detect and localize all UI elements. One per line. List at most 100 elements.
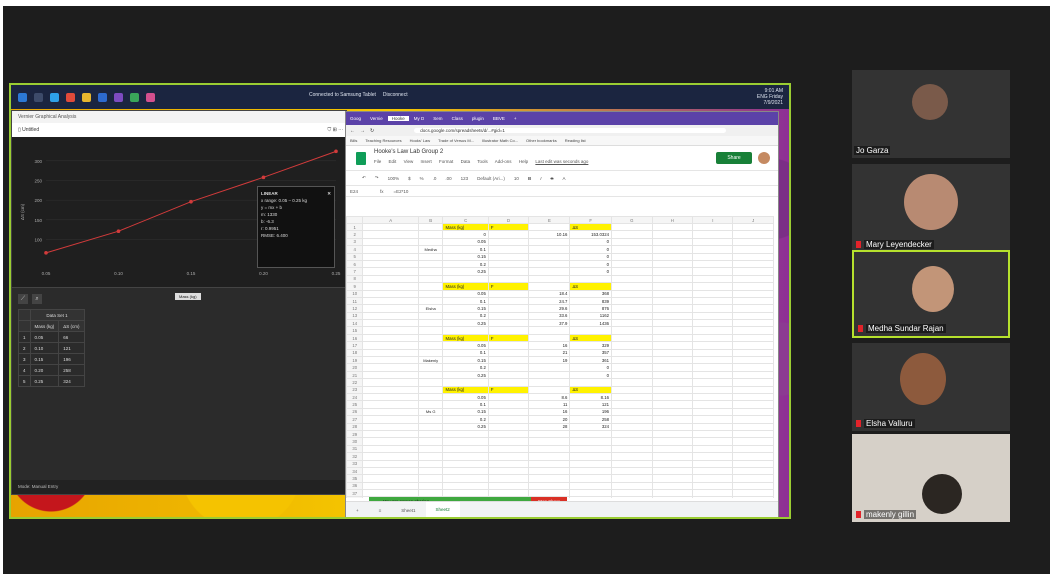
sheet-cell[interactable] — [692, 252, 734, 261]
sheet-cell[interactable] — [732, 415, 774, 424]
row-number[interactable]: 16 — [346, 333, 364, 343]
graph-tool-icon[interactable]: ⟋ — [18, 294, 28, 304]
sheet-cell[interactable]: 876 — [569, 304, 613, 313]
sheet-cell[interactable] — [442, 452, 489, 461]
sheet-row[interactable]: 33 — [346, 459, 774, 468]
sheet-cell[interactable] — [362, 474, 419, 483]
sheet-cell[interactable]: ΔS — [569, 222, 613, 232]
browser-tab[interactable]: Class — [448, 116, 467, 121]
sheet-cell[interactable] — [487, 474, 530, 483]
sheet-cell[interactable] — [611, 356, 653, 365]
sheet-cell[interactable] — [362, 422, 419, 431]
row-number[interactable]: 14 — [346, 319, 364, 328]
sheet-cell[interactable] — [417, 429, 444, 439]
sheet-cell[interactable] — [651, 230, 694, 239]
dataset-title[interactable]: Data Set 1 — [29, 309, 85, 321]
row-number[interactable]: 28 — [346, 422, 364, 431]
sheet-cell[interactable] — [487, 245, 530, 254]
sheet-cell[interactable] — [528, 326, 571, 335]
sheet-cell[interactable] — [487, 415, 530, 424]
sheet-cell[interactable] — [569, 437, 613, 446]
sheet-cell[interactable] — [442, 459, 489, 468]
name-box[interactable]: E24 — [350, 189, 358, 194]
strikethrough-button[interactable]: S — [550, 176, 553, 181]
sheet-cell[interactable]: 0.05 — [442, 392, 489, 402]
graph-area[interactable]: 300 250 200 150 100 0.05 0.10 0.15 0.20 0.25 ΔS (c… — [12, 137, 348, 287]
sheet-cell[interactable] — [651, 252, 694, 261]
bookmark[interactable]: Reading list — [565, 138, 586, 143]
shield-icon[interactable]: ⛉ — [327, 127, 331, 133]
sheet-cell[interactable] — [417, 400, 444, 409]
sheet-cell[interactable] — [651, 274, 694, 284]
participant-tile[interactable]: Elsha Valluru — [852, 343, 1010, 431]
sheet-cell[interactable]: Mass (kg) — [442, 282, 489, 291]
sheet-cell[interactable] — [528, 459, 571, 468]
sheet-cell[interactable] — [442, 444, 489, 454]
sheet-cell[interactable] — [528, 333, 571, 343]
sheet-cell[interactable] — [732, 489, 774, 498]
font-select[interactable]: Default (Ari...) — [477, 176, 505, 181]
more-icon[interactable]: ⋯ — [338, 127, 343, 133]
sheet-cell[interactable]: 0 — [569, 370, 613, 380]
sheet-cell[interactable] — [651, 356, 694, 365]
row-number[interactable]: 22 — [346, 378, 364, 387]
sheet-cell[interactable]: 0.2 — [442, 415, 489, 424]
row-number[interactable]: 6 — [346, 259, 364, 269]
sheet-cell[interactable] — [611, 407, 653, 417]
sheet-cell[interactable] — [362, 466, 419, 476]
sheet-row[interactable]: 14 0.25 37.9 1436 — [346, 319, 774, 328]
sheet-cell[interactable] — [692, 496, 734, 498]
sheet-cell[interactable] — [362, 356, 419, 365]
sheet-cell[interactable] — [611, 252, 653, 261]
sheet-cell[interactable] — [651, 296, 694, 306]
sheet-row[interactable]: 21 0.25 0 — [346, 370, 774, 380]
sheet-cell[interactable]: 196 — [569, 407, 613, 417]
sheet-cell[interactable] — [487, 378, 530, 387]
sheet-cell[interactable] — [692, 311, 734, 321]
sheet-cell[interactable] — [732, 363, 774, 372]
sheet-cell[interactable]: 839 — [569, 296, 613, 306]
sheet-cell[interactable] — [487, 452, 530, 461]
bold-button[interactable]: B — [528, 176, 531, 181]
row-number[interactable]: 30 — [346, 437, 364, 446]
participant-tile-active-speaker[interactable]: Medha Sundar Rajan — [852, 250, 1010, 338]
row-number[interactable]: 29 — [346, 429, 364, 439]
sheet-cell[interactable] — [528, 481, 571, 491]
sheet-cell[interactable] — [569, 489, 613, 498]
sheet-cell[interactable]: F — [487, 333, 530, 343]
sheet-cell[interactable] — [611, 245, 653, 254]
row-number[interactable]: 36 — [346, 481, 364, 491]
sheet-cell[interactable]: 24.7 — [528, 296, 571, 306]
sheet-cell[interactable] — [487, 348, 530, 358]
sheet-cell[interactable] — [611, 422, 653, 431]
sheet-cell[interactable] — [692, 385, 734, 395]
sheet-cell[interactable]: 33.6 — [528, 311, 571, 321]
sheet-cell[interactable] — [611, 400, 653, 409]
sheet-cell[interactable] — [611, 304, 653, 313]
sheet-cell[interactable] — [417, 466, 444, 476]
sheet-cell[interactable] — [651, 245, 694, 254]
sheet-row[interactable]: 31 — [346, 444, 774, 454]
sheet-row[interactable]: 3 0.05 0 — [346, 237, 774, 247]
sheet-cell[interactable] — [417, 289, 444, 298]
menu-insert[interactable]: Insert — [421, 159, 432, 164]
sheet-cell[interactable] — [487, 392, 530, 402]
sheet-cell[interactable] — [611, 311, 653, 321]
sheet-cell[interactable] — [487, 356, 530, 365]
sheet-cell[interactable] — [692, 466, 734, 476]
table-row[interactable]: 3 0.15 196 — [18, 353, 85, 365]
sheet-cell[interactable] — [651, 444, 694, 454]
sheet-cell[interactable] — [692, 222, 734, 232]
sheet-cell[interactable] — [651, 392, 694, 402]
sheet-cell[interactable] — [528, 274, 571, 284]
sheet-cell[interactable]: 18.4 — [528, 289, 571, 298]
sheet-cell[interactable] — [611, 378, 653, 387]
sheet-cell[interactable]: Mass (kg) — [442, 333, 489, 343]
row-number[interactable]: 23 — [346, 385, 364, 395]
sheet-cell[interactable]: 0.1 — [442, 296, 489, 306]
sheet-row[interactable]: 5 0.15 0 — [346, 252, 774, 261]
sheet-cell[interactable] — [417, 333, 444, 343]
sheet-cell[interactable] — [528, 363, 571, 372]
sheet-cell[interactable] — [487, 489, 530, 498]
sheet-cell[interactable] — [692, 422, 734, 431]
